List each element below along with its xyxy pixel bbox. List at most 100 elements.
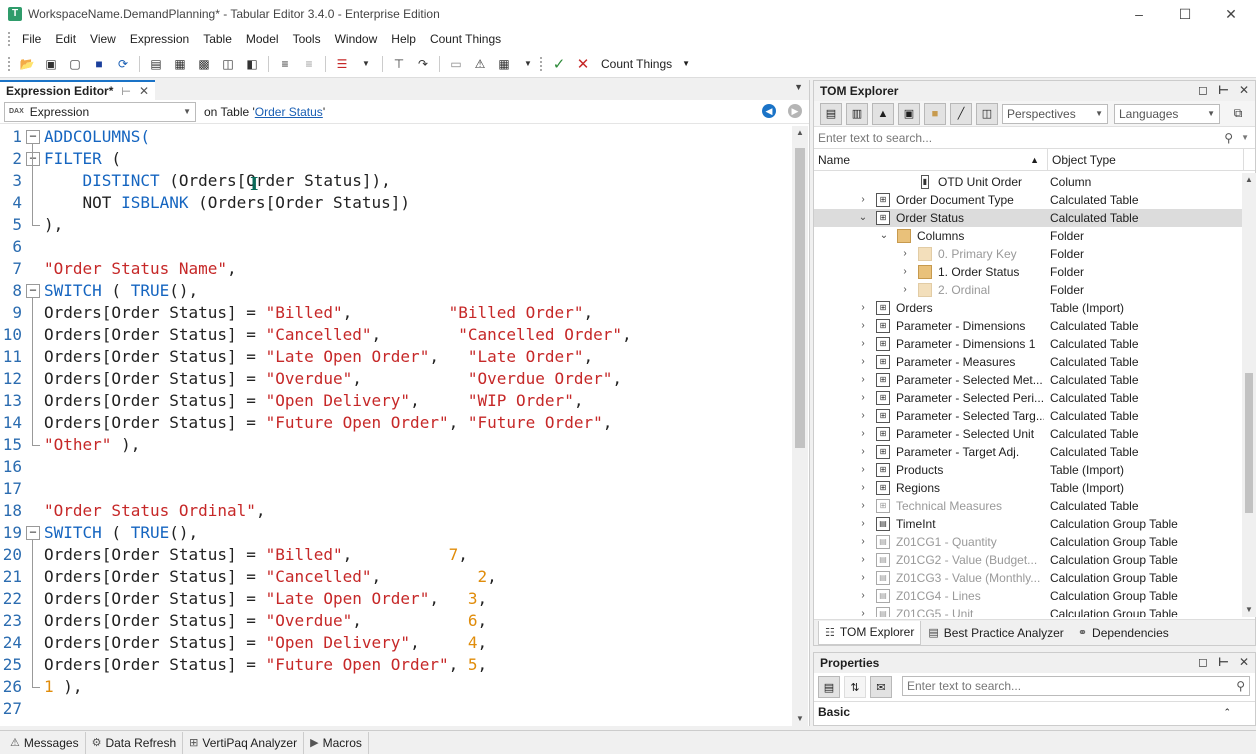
code-line[interactable]: 9 Orders[Order Status] = "Billed", "Bille… bbox=[0, 302, 792, 324]
scrollbar-thumb[interactable] bbox=[1245, 373, 1253, 513]
move-icon[interactable]: ↷ bbox=[413, 54, 433, 74]
expand-chevron-icon[interactable]: › bbox=[858, 443, 868, 461]
close-pane-icon[interactable]: ✕ bbox=[1239, 655, 1249, 669]
maximize-button[interactable]: ☐ bbox=[1162, 0, 1208, 28]
search-dropdown-icon[interactable]: ▼ bbox=[1241, 133, 1249, 142]
menu-tools[interactable]: Tools bbox=[286, 28, 328, 50]
code-line[interactable]: 24 Orders[Order Status] = "Open Delivery"… bbox=[0, 632, 792, 654]
code-line[interactable]: 7 "Order Status Name", bbox=[0, 258, 792, 280]
menu-expression[interactable]: Expression bbox=[123, 28, 196, 50]
expand-chevron-icon[interactable]: › bbox=[858, 587, 868, 605]
tree-item[interactable]: › 1. Order Status Folder bbox=[814, 263, 1242, 281]
alphabetical-sort-icon[interactable]: ⇅ bbox=[844, 676, 866, 698]
code-line[interactable]: 14 Orders[Order Status] = "Future Open Or… bbox=[0, 412, 792, 434]
diagram-icon[interactable]: ◫ bbox=[218, 54, 238, 74]
tree-item[interactable]: › ▤ Z01CG5 - Unit Calculation Group Table bbox=[814, 605, 1242, 617]
tree-item[interactable]: › ⊞ Parameter - Selected Met... Calculated … bbox=[814, 371, 1242, 389]
tree-item[interactable]: › 2. Ordinal Folder bbox=[814, 281, 1242, 299]
code-line[interactable]: 20 Orders[Order Status] = "Billed", 7, bbox=[0, 544, 792, 566]
code-line[interactable]: 26 1 ), bbox=[0, 676, 792, 698]
code-line[interactable]: 18 "Order Status Ordinal", bbox=[0, 500, 792, 522]
expand-chevron-icon[interactable]: › bbox=[858, 371, 868, 389]
tree-item[interactable]: ⌄ ⊞ Order Status Calculated Table bbox=[814, 209, 1242, 227]
minimize-button[interactable]: – bbox=[1116, 0, 1162, 28]
table-view-dropdown-icon[interactable]: ▼ bbox=[518, 54, 538, 74]
tree-item[interactable]: ▮ OTD Unit Order Column bbox=[814, 173, 1242, 191]
expression-select[interactable]: DAX Expression ▼ bbox=[4, 101, 196, 122]
code-line[interactable]: 19− SWITCH ( TRUE(), bbox=[0, 522, 792, 544]
expand-chevron-icon[interactable]: › bbox=[858, 551, 868, 569]
code-line[interactable]: 15 "Other" ), bbox=[0, 434, 792, 456]
close-tab-icon[interactable]: ✕ bbox=[139, 84, 149, 98]
close-pane-icon[interactable]: ✕ bbox=[1239, 83, 1249, 97]
open-model-icon[interactable]: 📂 bbox=[17, 54, 37, 74]
expand-chevron-icon[interactable]: › bbox=[858, 479, 868, 497]
column-header-name[interactable]: Name ▲ bbox=[814, 149, 1048, 170]
tree-item[interactable]: › ⊞ Parameter - Target Adj. Calculated Tabl… bbox=[814, 443, 1242, 461]
menu-model[interactable]: Model bbox=[239, 28, 286, 50]
editor-vertical-scrollbar[interactable]: ▲ ▼ bbox=[792, 126, 808, 726]
property-pages-icon[interactable]: ✉ bbox=[870, 676, 892, 698]
expand-chevron-icon[interactable]: › bbox=[858, 389, 868, 407]
show-partitions-icon[interactable]: ▣ bbox=[898, 102, 920, 125]
code-editor[interactable]: 1−ADDCOLUMNS(2−FILTER (3 DISTINCT (Order… bbox=[0, 126, 792, 726]
categorized-view-icon[interactable]: ▤ bbox=[818, 676, 840, 698]
tab-expression-editor[interactable]: Expression Editor* ⊢ ✕ bbox=[0, 80, 156, 100]
fold-toggle-icon[interactable]: − bbox=[26, 130, 40, 144]
tree-item[interactable]: › ▤ TimeInt Calculation Group Table bbox=[814, 515, 1242, 533]
code-line[interactable]: 8− SWITCH ( TRUE(), bbox=[0, 280, 792, 302]
expand-chevron-icon[interactable]: › bbox=[858, 497, 868, 515]
deploy-icon[interactable]: ☰ bbox=[332, 54, 352, 74]
show-measures-icon[interactable]: ▤ bbox=[820, 102, 842, 125]
expand-chevron-icon[interactable]: › bbox=[900, 245, 910, 263]
menu-grip-icon[interactable] bbox=[8, 32, 11, 46]
tree-item[interactable]: › ▤ Z01CG3 - Value (Monthly... Calculation … bbox=[814, 569, 1242, 587]
expand-chevron-icon[interactable]: › bbox=[858, 299, 868, 317]
fold-toggle-icon[interactable]: − bbox=[26, 284, 40, 298]
count-things-button[interactable]: Count Things bbox=[601, 57, 672, 71]
column-header-object-type[interactable]: Object Type bbox=[1048, 149, 1244, 170]
accept-check-icon[interactable]: ✓ bbox=[549, 54, 569, 74]
new-document-icon[interactable]: ▤ bbox=[146, 54, 166, 74]
code-line[interactable]: 5), bbox=[0, 214, 792, 236]
tree-item[interactable]: › ⊞ Order Document Type Calculated Table bbox=[814, 191, 1242, 209]
languages-select[interactable]: Languages ▼ bbox=[1114, 103, 1220, 124]
perspectives-select[interactable]: Perspectives ▼ bbox=[1002, 103, 1108, 124]
code-line[interactable]: 17 bbox=[0, 478, 792, 500]
code-line[interactable]: 27 bbox=[0, 698, 792, 720]
align-icon[interactable]: ⊤ bbox=[389, 54, 409, 74]
tab-best-practice-analyzer[interactable]: ▤ Best Practice Analyzer bbox=[921, 621, 1070, 645]
expand-chevron-icon[interactable]: › bbox=[858, 353, 868, 371]
tree-item[interactable]: › ⊞ Orders Table (Import) bbox=[814, 299, 1242, 317]
tree-item[interactable]: › ⊞ Parameter - Selected Unit Calculated Ta… bbox=[814, 425, 1242, 443]
show-hidden-icon[interactable]: ╱ bbox=[950, 102, 972, 125]
code-line[interactable]: 11 Orders[Order Status] = "Late Open Orde… bbox=[0, 346, 792, 368]
show-folders-icon[interactable]: ■ bbox=[924, 102, 946, 125]
search-icon[interactable]: ⚲ bbox=[1236, 677, 1245, 695]
order-status-table-link[interactable]: Order Status bbox=[255, 105, 323, 119]
code-line[interactable]: 3 DISTINCT (Orders[Order Status]), bbox=[0, 170, 792, 192]
show-all-columns-icon[interactable]: ◫ bbox=[976, 102, 998, 125]
tree-item[interactable]: › ⊞ Regions Table (Import) bbox=[814, 479, 1242, 497]
code-line[interactable]: 2−FILTER ( bbox=[0, 148, 792, 170]
fold-toggle-icon[interactable]: − bbox=[26, 526, 40, 540]
navigate-forward-icon[interactable]: ▶ bbox=[788, 104, 802, 118]
tree-item[interactable]: › ⊞ Parameter - Dimensions 1 Calculated Tab… bbox=[814, 335, 1242, 353]
menu-table[interactable]: Table bbox=[196, 28, 239, 50]
tab-tom-explorer[interactable]: ☷ TOM Explorer bbox=[818, 620, 922, 645]
code-line[interactable]: 21 Orders[Order Status] = "Cancelled", 2, bbox=[0, 566, 792, 588]
menu-edit[interactable]: Edit bbox=[48, 28, 83, 50]
toolbar-grip-2-icon[interactable] bbox=[540, 56, 543, 71]
collapse-chevron-icon[interactable]: ⌄ bbox=[858, 209, 868, 227]
search-icon[interactable]: ⚲ bbox=[1224, 131, 1233, 145]
tab-messages[interactable]: ⚠ Messages bbox=[4, 731, 86, 754]
tree-item[interactable]: › ▤ Z01CG2 - Value (Budget... Calculation G… bbox=[814, 551, 1242, 569]
tree-item[interactable]: › ⊞ Parameter - Dimensions Calculated Table bbox=[814, 317, 1242, 335]
pin-icon[interactable]: ⊢ bbox=[1218, 655, 1229, 669]
menu-help[interactable]: Help bbox=[384, 28, 423, 50]
format-icon[interactable]: ≡ bbox=[275, 54, 295, 74]
tree-item[interactable]: › ⊞ Technical Measures Calculated Table bbox=[814, 497, 1242, 515]
refresh-icon[interactable]: ⟳ bbox=[113, 54, 133, 74]
import-icon[interactable]: ◧ bbox=[242, 54, 262, 74]
expand-chevron-icon[interactable]: › bbox=[858, 569, 868, 587]
